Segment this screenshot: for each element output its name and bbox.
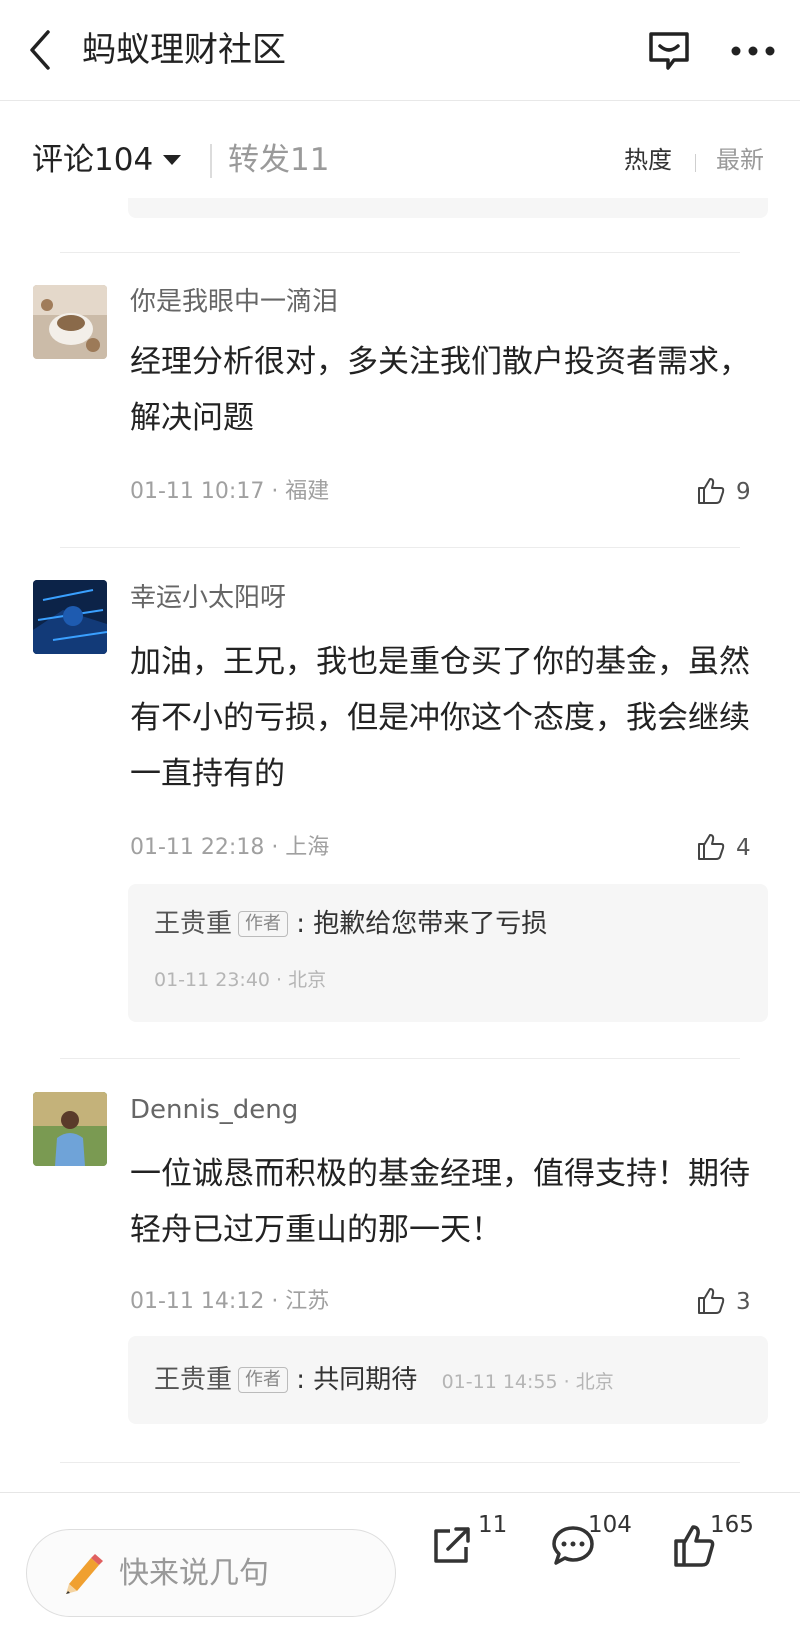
comment-username[interactable]: Dennis_deng — [130, 1092, 298, 1128]
tab-comments-label: 评论104 — [32, 142, 154, 178]
avatar[interactable] — [33, 1092, 107, 1166]
reply-author-name[interactable]: 王贵重 — [154, 909, 232, 939]
comment-like-button[interactable]: 4 — [696, 830, 776, 866]
page-title: 蚂蚁理财社区 — [82, 30, 286, 70]
comment-input[interactable]: 快来说几句 — [26, 1529, 396, 1617]
divider — [60, 547, 740, 548]
thumbs-up-icon — [698, 478, 725, 504]
more-dots-icon — [731, 46, 775, 56]
divider — [60, 1058, 740, 1059]
comment-meta: 01-11 22:18 · 上海 — [130, 835, 330, 860]
reply-meta: 01-11 14:55 · 北京 — [441, 1371, 614, 1393]
comment-meta: 01-11 14:12 · 江苏 — [130, 1289, 330, 1314]
reply-text: : 抱歉给您带来了亏损 — [296, 909, 548, 939]
author-badge: 作者 — [238, 911, 289, 937]
comment-tabs: 评论104 转发11 热度 最新 — [0, 130, 800, 190]
share-count: 11 — [478, 1512, 508, 1538]
comment-content: 加油，王兄，我也是重仓买了你的基金，虽然有不小的亏损，但是冲你这个态度，我会继续… — [130, 644, 750, 792]
reply-meta: 01-11 23:40 · 北京 — [154, 969, 327, 991]
reply-line: 王贵重 作者 : 抱歉给您带来了亏损 — [154, 906, 547, 942]
comment-like-count: 3 — [736, 1289, 751, 1315]
tab-comments[interactable]: 评论104 — [32, 130, 182, 190]
chat-service-button[interactable] — [646, 28, 692, 74]
reply-text: : 共同期待 — [296, 1365, 418, 1395]
previous-reply-box — [128, 198, 768, 218]
thumbs-up-icon — [698, 834, 725, 860]
avatar[interactable] — [33, 285, 107, 359]
reply-author-name[interactable]: 王贵重 — [154, 1365, 232, 1395]
top-nav-bar: 蚂蚁理财社区 — [0, 0, 800, 101]
comment-like-count: 4 — [736, 835, 751, 861]
reply-line: 王贵重 作者 : 共同期待 01-11 14:55 · 北京 — [154, 1362, 614, 1398]
sort-divider — [695, 154, 696, 172]
sort-by-newest[interactable]: 最新 — [716, 130, 764, 190]
reply-box[interactable]: 王贵重 作者 : 抱歉给您带来了亏损 01-11 23:40 · 北京 — [128, 884, 768, 1022]
comment-meta: 01-11 10:17 · 福建 — [130, 479, 330, 504]
thumbs-up-icon — [698, 1288, 725, 1314]
comment-input-placeholder: 快来说几句 — [119, 1556, 269, 1591]
comment-username[interactable]: 幸运小太阳呀 — [130, 580, 286, 616]
back-arrow-icon — [30, 30, 50, 70]
like-count: 165 — [710, 1512, 754, 1538]
more-options-button[interactable] — [728, 36, 778, 66]
tab-divider — [210, 144, 212, 178]
avatar-image — [33, 580, 107, 654]
comment-like-button[interactable]: 3 — [696, 1284, 776, 1320]
caret-down-icon — [163, 155, 182, 165]
comment-content: 一位诚恳而积极的基金经理，值得支持！期待轻舟已过万重山的那一天！ — [130, 1156, 750, 1248]
comment-content: 经理分析很对，多关注我们散户投资者需求，解决问题 — [130, 344, 750, 436]
avatar-image — [33, 285, 107, 359]
chat-service-icon — [649, 32, 689, 70]
comment-count: 104 — [588, 1512, 632, 1538]
divider — [60, 1462, 740, 1463]
avatar-image — [33, 1092, 107, 1166]
comment-like-count: 9 — [736, 479, 751, 505]
tab-reposts[interactable]: 转发11 — [228, 130, 329, 190]
reply-box[interactable]: 王贵重 作者 : 共同期待 01-11 14:55 · 北京 — [128, 1336, 768, 1424]
back-button[interactable] — [22, 28, 62, 72]
sort-by-hot[interactable]: 热度 — [624, 130, 672, 190]
comment-like-button[interactable]: 9 — [696, 474, 776, 510]
bottom-action-bar: 快来说几句 11 104 165 — [0, 1492, 800, 1627]
share-icon — [434, 1527, 470, 1563]
comment-username[interactable]: 你是我眼中一滴泪 — [130, 284, 338, 320]
avatar[interactable] — [33, 580, 107, 654]
divider — [60, 252, 740, 253]
pencil-icon — [66, 1554, 103, 1594]
author-badge: 作者 — [238, 1367, 289, 1393]
